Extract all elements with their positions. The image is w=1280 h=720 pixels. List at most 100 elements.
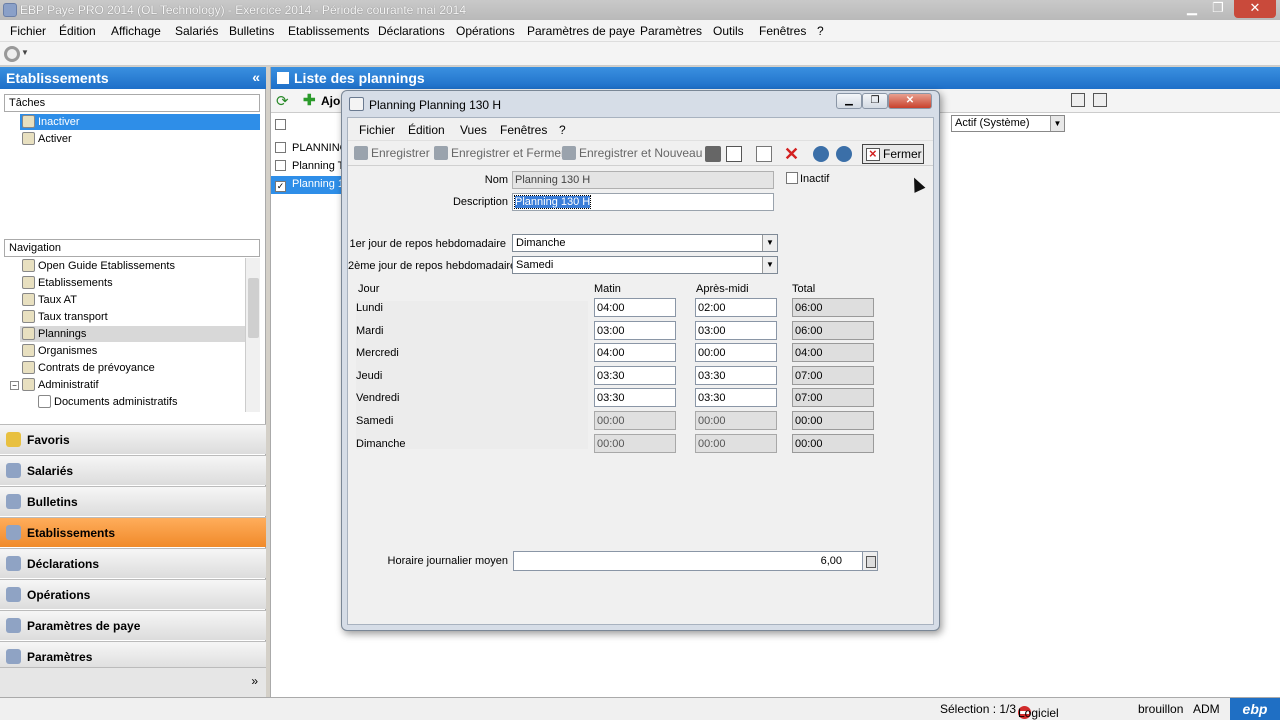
schedule-cell-apres-midi[interactable]: 03:30 — [695, 388, 777, 408]
schedule-cell-total: 07:00 — [792, 365, 874, 385]
save-close-button[interactable]: Enregistrer et Fermer — [434, 146, 565, 160]
menu-parametres-paye[interactable]: Paramètres de paye — [527, 24, 635, 38]
schedule-cell-apres-midi[interactable]: 03:30 — [695, 365, 777, 385]
menu-parametres[interactable]: Paramètres — [640, 24, 702, 38]
next-record-icon[interactable] — [836, 146, 852, 162]
nav-plannings[interactable]: Plannings — [20, 326, 245, 342]
gear-icon[interactable] — [4, 46, 20, 62]
nom-field[interactable]: Planning 130 H — [512, 171, 774, 189]
copy-icon[interactable] — [756, 146, 772, 162]
schedule-cell-matin[interactable]: 04:00 — [594, 343, 676, 363]
nav-more[interactable]: » — [0, 667, 266, 697]
previous-record-icon[interactable] — [813, 146, 829, 162]
collapse-tree-icon[interactable]: − — [10, 381, 19, 390]
schedule-cell-matin: 00:00 — [594, 411, 676, 430]
row-checkbox-checked[interactable]: ✓ — [275, 181, 286, 192]
dialog-close-button[interactable]: ✕ — [888, 93, 932, 109]
nav-button-favoris[interactable]: Favoris — [0, 424, 266, 454]
grid-columns-icon[interactable] — [1093, 93, 1107, 107]
menu-declarations[interactable]: Déclarations — [378, 24, 445, 38]
nav-organismes[interactable]: Organismes — [20, 343, 245, 359]
grid-settings-icon[interactable] — [1071, 93, 1085, 107]
chevron-down-icon[interactable]: ▼ — [762, 235, 777, 251]
print-preview-icon[interactable] — [726, 146, 742, 162]
chevron-down-icon[interactable]: ▼ — [1050, 116, 1064, 131]
nav-contrats-prevoyance[interactable]: Contrats de prévoyance — [20, 360, 245, 376]
moyen-field[interactable]: 6,00 — [513, 551, 863, 571]
menu-outils[interactable]: Outils — [713, 24, 744, 38]
menu-help[interactable]: ? — [817, 24, 824, 38]
nav-open-guide[interactable]: Open Guide Etablissements — [20, 258, 245, 274]
minimize-button[interactable]: ▁ — [1180, 0, 1204, 18]
menu-fichier[interactable]: Fichier — [10, 24, 46, 38]
row-checkbox[interactable] — [275, 142, 286, 153]
repos2-select[interactable]: Samedi ▼ — [512, 256, 778, 274]
nav-documents-administratifs[interactable]: Documents administratifs — [36, 394, 245, 410]
nav-button-etablissements[interactable]: Etablissements — [0, 517, 266, 547]
repos1-value: Dimanche — [516, 237, 566, 249]
dialog-maximize-button[interactable]: ❐ — [862, 93, 888, 109]
add-icon[interactable]: ✚ — [303, 91, 316, 109]
dialog-menu-edition[interactable]: Édition — [408, 123, 445, 137]
maximize-button[interactable]: ❐ — [1206, 0, 1230, 18]
schedule-cell-matin[interactable]: 03:00 — [594, 320, 676, 340]
dialog-menu-fichier[interactable]: Fichier — [359, 123, 395, 137]
refresh-icon[interactable]: ⟳ — [276, 92, 289, 110]
dialog-menu-fenetres[interactable]: Fenêtres — [500, 123, 547, 137]
scrollbar-thumb[interactable] — [248, 278, 259, 338]
nav-taux-at[interactable]: Taux AT — [20, 292, 245, 308]
row-checkbox[interactable] — [275, 160, 286, 171]
menu-etablissements[interactable]: Etablissements — [288, 24, 369, 38]
nav-button-bulletins[interactable]: Bulletins — [0, 486, 266, 516]
menu-affichage[interactable]: Affichage — [111, 24, 161, 38]
menu-salaries[interactable]: Salariés — [175, 24, 218, 38]
expand-icon[interactable]: » — [251, 674, 258, 688]
operations-icon — [6, 587, 21, 602]
calculator-icon[interactable] — [862, 551, 878, 571]
collapse-panel-icon[interactable]: « — [252, 69, 260, 85]
chevron-down-icon[interactable]: ▼ — [762, 257, 777, 273]
add-button[interactable]: Ajo — [321, 94, 340, 108]
nav-administratif[interactable]: − Administratif — [8, 377, 245, 393]
close-form-button[interactable]: Fermer — [862, 144, 924, 164]
day-label: Mardi — [356, 324, 384, 337]
description-field[interactable]: Planning 130 H — [512, 193, 774, 211]
nav-button-declarations[interactable]: Déclarations — [0, 548, 266, 578]
inactif-checkbox[interactable] — [786, 172, 798, 184]
dialog-minimize-button[interactable]: ▁ — [836, 93, 862, 109]
schedule-cell-apres-midi[interactable]: 02:00 — [695, 298, 777, 317]
schedule-cell-matin[interactable]: 03:30 — [594, 388, 676, 408]
navigation-scrollbar[interactable] — [245, 258, 260, 412]
list-item[interactable]: Planning Ty — [271, 158, 343, 176]
schedule-cell-matin[interactable]: 03:30 — [594, 365, 676, 385]
task-activer[interactable]: Activer — [20, 131, 260, 147]
list-item[interactable]: PLANNING — [271, 140, 343, 158]
delete-icon[interactable]: ✕ — [784, 145, 800, 163]
repos1-select[interactable]: Dimanche ▼ — [512, 234, 778, 252]
nav-button-operations[interactable]: Opérations — [0, 579, 266, 609]
nav-button-parametres-paye[interactable]: Paramètres de paye — [0, 610, 266, 640]
schedule-cell-matin[interactable]: 04:00 — [594, 298, 676, 317]
task-inactiver[interactable]: Inactiver — [20, 114, 260, 130]
close-button[interactable]: ✕ — [1234, 0, 1276, 18]
menu-edition[interactable]: Édition — [59, 24, 96, 38]
save-button[interactable]: Enregistrer — [354, 146, 430, 160]
select-all-checkbox[interactable] — [275, 119, 286, 130]
dialog-menu-vues[interactable]: Vues — [460, 123, 487, 137]
print-icon[interactable] — [705, 146, 721, 162]
payslip-icon — [6, 494, 21, 509]
nav-etablissements[interactable]: Etablissements — [20, 275, 245, 291]
schedule-cell-apres-midi[interactable]: 03:00 — [695, 320, 777, 340]
nav-button-salaries[interactable]: Salariés — [0, 455, 266, 485]
dialog-menu-help[interactable]: ? — [559, 123, 566, 137]
chevron-down-icon[interactable]: ▼ — [21, 48, 29, 57]
menu-bulletins[interactable]: Bulletins — [229, 24, 274, 38]
status-filter-select[interactable]: Actif (Système) ▼ — [951, 115, 1065, 132]
nav-taux-transport[interactable]: Taux transport — [20, 309, 245, 325]
save-new-button[interactable]: Enregistrer et Nouveau — [562, 146, 702, 160]
nav-label: Plannings — [38, 328, 87, 340]
menu-operations[interactable]: Opérations — [456, 24, 515, 38]
menu-fenetres[interactable]: Fenêtres — [759, 24, 806, 38]
schedule-cell-apres-midi[interactable]: 00:00 — [695, 343, 777, 363]
list-item[interactable]: ✓ Planning 1 — [271, 176, 343, 194]
